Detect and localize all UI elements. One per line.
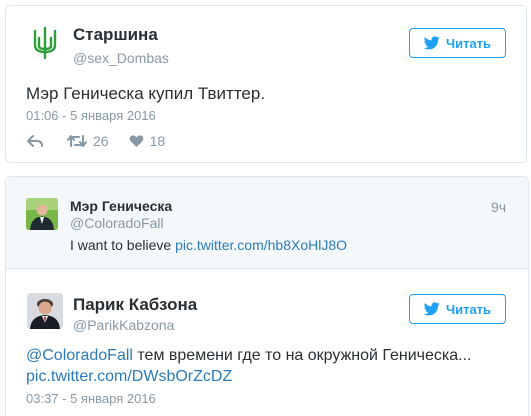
mention-link[interactable]: @ColoradoFall (26, 347, 133, 364)
quoted-text-prefix: I want to believe (70, 237, 176, 253)
avatar[interactable] (27, 25, 63, 61)
retweet-icon (67, 135, 87, 147)
retweet-button[interactable]: 26 (67, 133, 109, 149)
quoted-tweet-age[interactable]: 9ч (491, 199, 506, 215)
like-count: 18 (149, 133, 166, 149)
twitter-bird-icon (423, 302, 440, 316)
trident-emblem-icon (27, 25, 63, 61)
tweet-photo-link[interactable]: pic.twitter.com/DWsbOrZcDZ (26, 368, 232, 385)
person-photo-icon (27, 293, 63, 329)
twitter-bird-icon (423, 36, 440, 50)
quoted-photo-link[interactable]: pic.twitter.com/hb8XoHlJ8O (175, 237, 347, 253)
follow-button[interactable]: Читать (409, 28, 506, 58)
tweet-timestamp[interactable]: 01:06 - 5 января 2016 (26, 108, 156, 123)
tweet-text: Мэр Геническа купил Твиттер. (26, 84, 266, 103)
avatar[interactable] (27, 293, 63, 329)
tweet-timestamp[interactable]: 03:37 - 5 января 2016 (26, 391, 156, 406)
avatar[interactable] (26, 198, 58, 230)
author-name[interactable]: Старшина (73, 25, 158, 45)
author-handle[interactable]: @sex_Dombas (73, 50, 169, 66)
reply-button[interactable] (27, 134, 43, 148)
heart-icon (129, 135, 144, 148)
follow-button[interactable]: Читать (409, 294, 506, 324)
tweet-card-2: Мэр Геническа @ColoradoFall 9ч I want to… (5, 176, 529, 416)
reply-icon (27, 135, 43, 147)
retweet-count: 26 (93, 133, 109, 149)
tweet-actions: 26 18 (27, 133, 165, 149)
quoted-author-name[interactable]: Мэр Геническа (70, 198, 172, 214)
quoted-tweet[interactable]: Мэр Геническа @ColoradoFall 9ч I want to… (6, 177, 528, 269)
tweet-text-rest: тем времени где то на окружной Геническа… (132, 347, 472, 364)
follow-label: Читать (445, 301, 492, 317)
author-name[interactable]: Парик Кабзона (73, 295, 197, 315)
author-handle[interactable]: @ParikKabzona (73, 317, 174, 333)
quoted-author-handle[interactable]: @ColoradoFall (70, 215, 164, 231)
like-button[interactable]: 18 (129, 133, 166, 149)
follow-label: Читать (445, 35, 492, 51)
person-photo-icon (26, 198, 58, 230)
quoted-tweet-text: I want to believe pic.twitter.com/hb8XoH… (70, 237, 347, 253)
tweet-text: @ColoradoFall тем времени где то на окру… (26, 347, 471, 365)
tweet-photo-link-line: pic.twitter.com/DWsbOrZcDZ (26, 368, 232, 386)
tweet-card-1: Старшина @sex_Dombas Читать Мэр Геническ… (5, 5, 527, 163)
